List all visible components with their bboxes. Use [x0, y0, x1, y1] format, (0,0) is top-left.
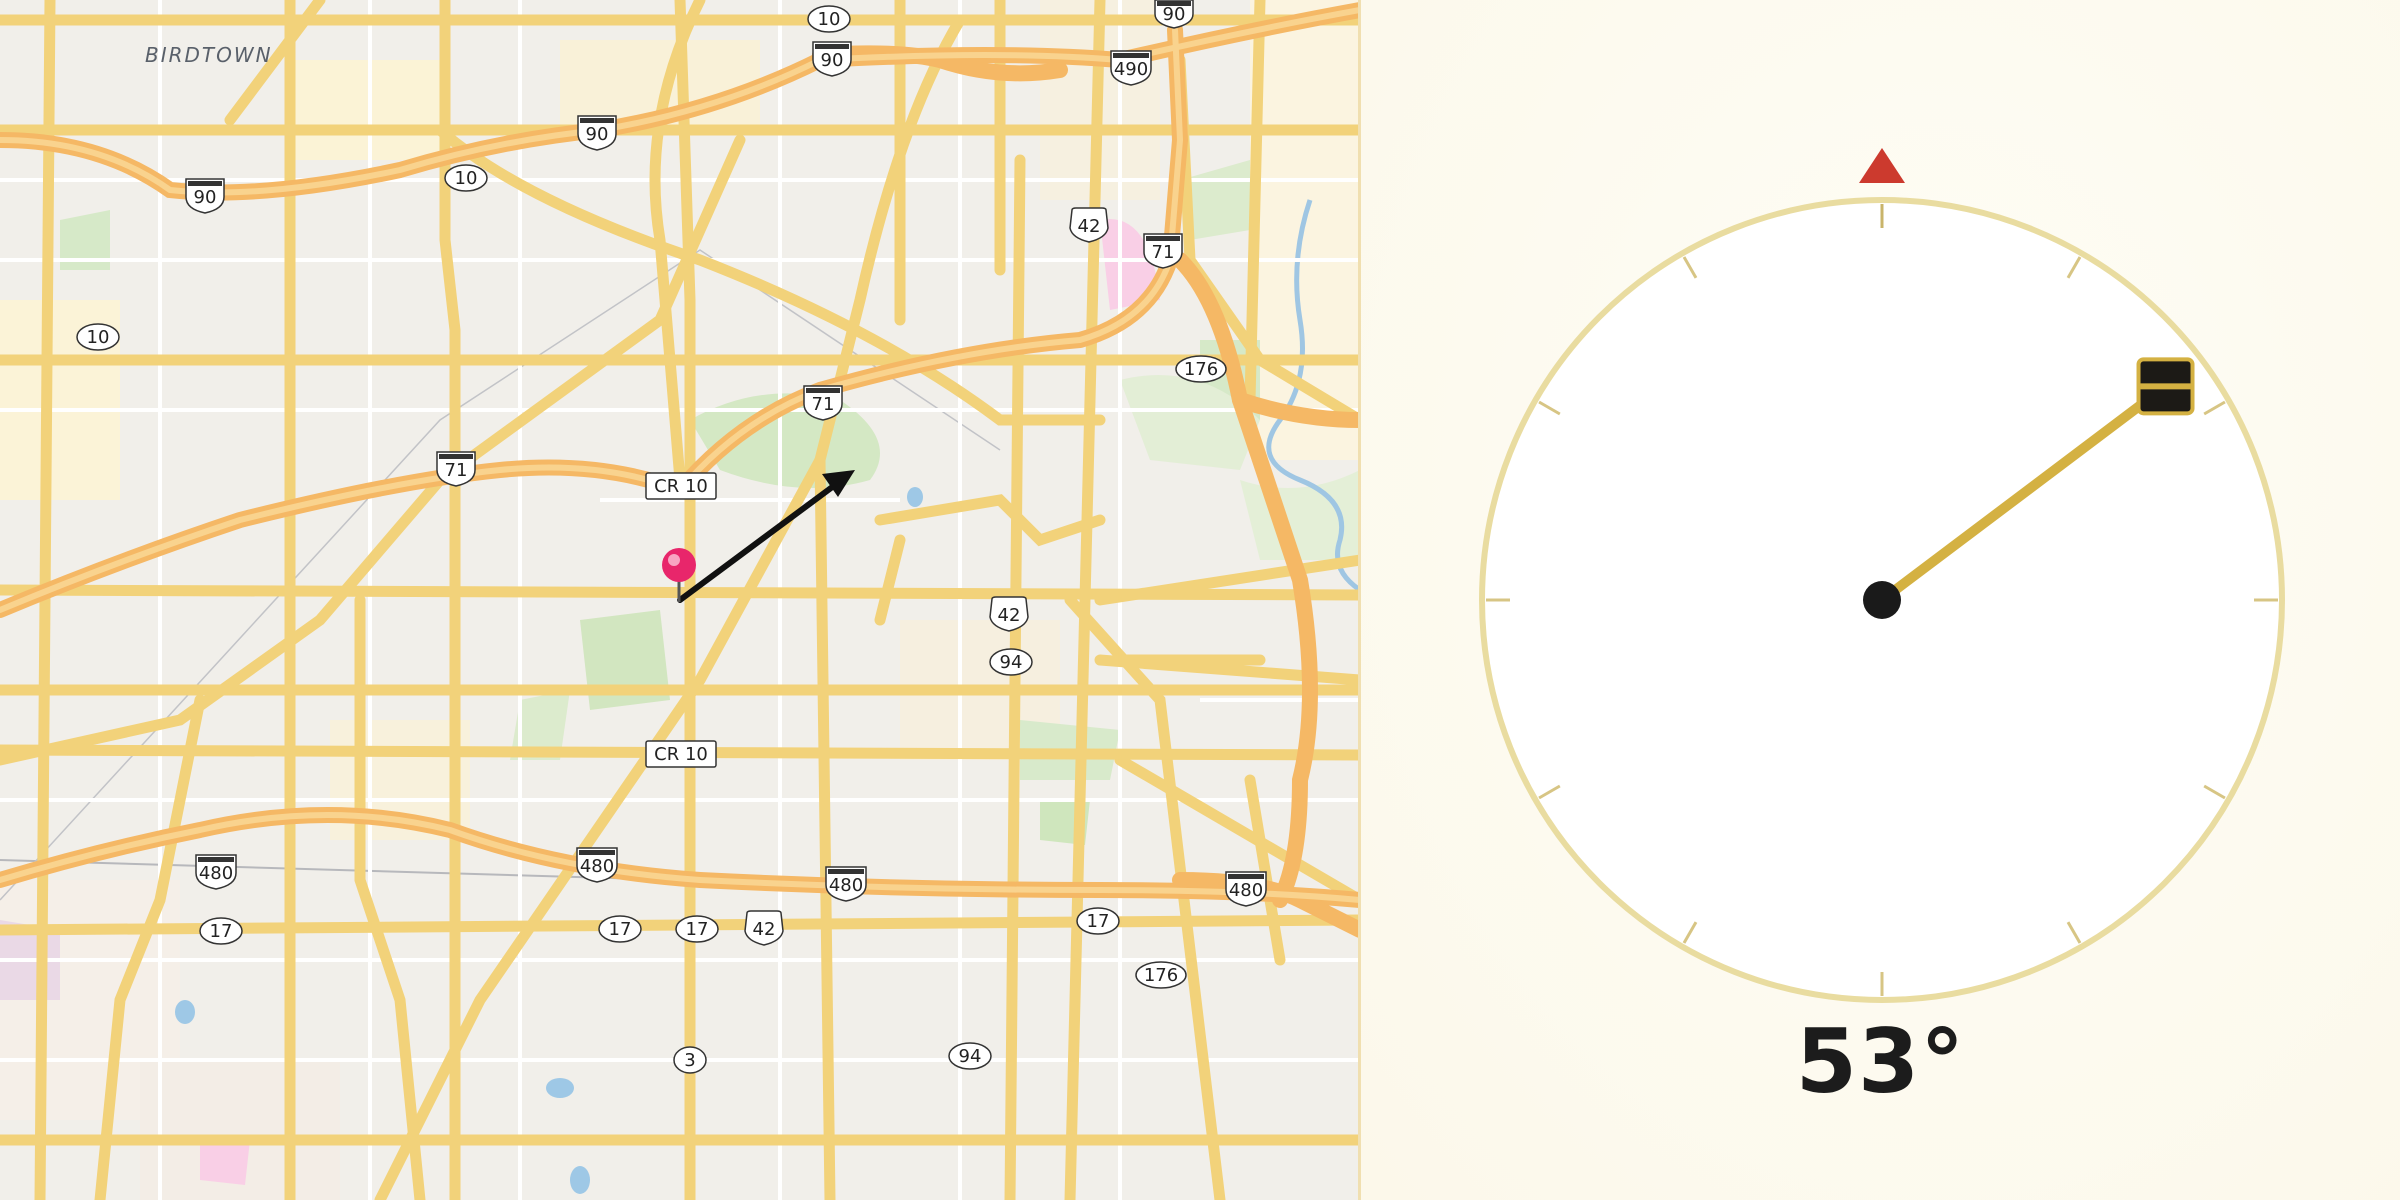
interstate-shield: 480: [576, 847, 618, 883]
svg-text:10: 10: [818, 9, 841, 30]
map-view[interactable]: BIRDTOWN 10 10 10 176 94 17 17 17 17 176…: [0, 0, 1360, 1200]
us-route-shield: 42: [989, 596, 1029, 632]
interstate-shield: 90: [577, 115, 617, 151]
north-marker: [1859, 148, 1905, 183]
interstate-shield: 480: [825, 866, 867, 902]
state-route-shield: 3: [673, 1046, 707, 1074]
svg-text:71: 71: [812, 394, 835, 415]
svg-text:90: 90: [194, 187, 217, 208]
svg-text:490: 490: [1114, 59, 1148, 80]
state-route-shield: 94: [948, 1042, 992, 1070]
state-route-shield: 17: [1076, 907, 1120, 935]
state-route-shield: 17: [598, 915, 642, 943]
svg-text:480: 480: [199, 863, 233, 884]
compass-panel: 53°: [1361, 0, 2400, 1200]
interstate-shield: 490: [1110, 50, 1152, 86]
state-route-shield: 176: [1135, 961, 1187, 989]
svg-text:42: 42: [1078, 216, 1101, 237]
interstate-shield: 90: [185, 178, 225, 214]
svg-text:90: 90: [586, 124, 609, 145]
state-route-shield: 10: [76, 323, 120, 351]
interstate-shield: 90: [1154, 0, 1194, 29]
state-route-shield: 10: [444, 164, 488, 192]
interstate-shield: 480: [195, 854, 237, 890]
svg-text:42: 42: [998, 605, 1021, 626]
svg-text:71: 71: [1152, 242, 1175, 263]
svg-text:176: 176: [1144, 965, 1178, 986]
needle-pivot: [1863, 581, 1901, 619]
svg-text:17: 17: [609, 919, 632, 940]
county-road-label: CR 10: [645, 740, 717, 768]
svg-text:480: 480: [1229, 880, 1263, 901]
svg-text:CR 10: CR 10: [654, 744, 708, 765]
svg-text:10: 10: [455, 168, 478, 189]
svg-text:17: 17: [1087, 911, 1110, 932]
svg-text:480: 480: [580, 856, 614, 877]
svg-text:CR 10: CR 10: [654, 476, 708, 497]
state-route-shield: 176: [1175, 355, 1227, 383]
us-route-shield: 42: [744, 910, 784, 946]
map-canvas[interactable]: BIRDTOWN 10 10 10 176 94 17 17 17 17 176…: [0, 0, 1360, 1200]
svg-text:17: 17: [686, 919, 709, 940]
interstate-shield: 71: [803, 385, 843, 421]
svg-text:42: 42: [753, 919, 776, 940]
heading-readout: 53°: [1795, 1010, 1966, 1113]
us-route-shield: 42: [1069, 207, 1109, 243]
svg-text:176: 176: [1184, 359, 1218, 380]
svg-text:94: 94: [959, 1046, 982, 1067]
svg-text:71: 71: [445, 460, 468, 481]
svg-text:17: 17: [210, 921, 233, 942]
state-route-shield: 94: [989, 648, 1033, 676]
interstate-shield: 71: [436, 451, 476, 487]
county-road-label: CR 10: [645, 472, 717, 500]
state-route-shield: 10: [807, 5, 851, 33]
interstate-shield: 480: [1225, 871, 1267, 907]
svg-text:3: 3: [684, 1050, 695, 1071]
svg-text:94: 94: [1000, 652, 1023, 673]
town-label: BIRDTOWN: [145, 43, 273, 67]
state-route-shield: 17: [675, 915, 719, 943]
svg-text:90: 90: [1163, 4, 1186, 25]
interstate-shield: 71: [1143, 233, 1183, 269]
svg-text:10: 10: [87, 327, 110, 348]
needle-handle[interactable]: [2136, 357, 2195, 416]
svg-text:90: 90: [821, 50, 844, 71]
svg-text:480: 480: [829, 875, 863, 896]
state-route-shield: 17: [199, 917, 243, 945]
interstate-shield: 90: [812, 41, 852, 77]
